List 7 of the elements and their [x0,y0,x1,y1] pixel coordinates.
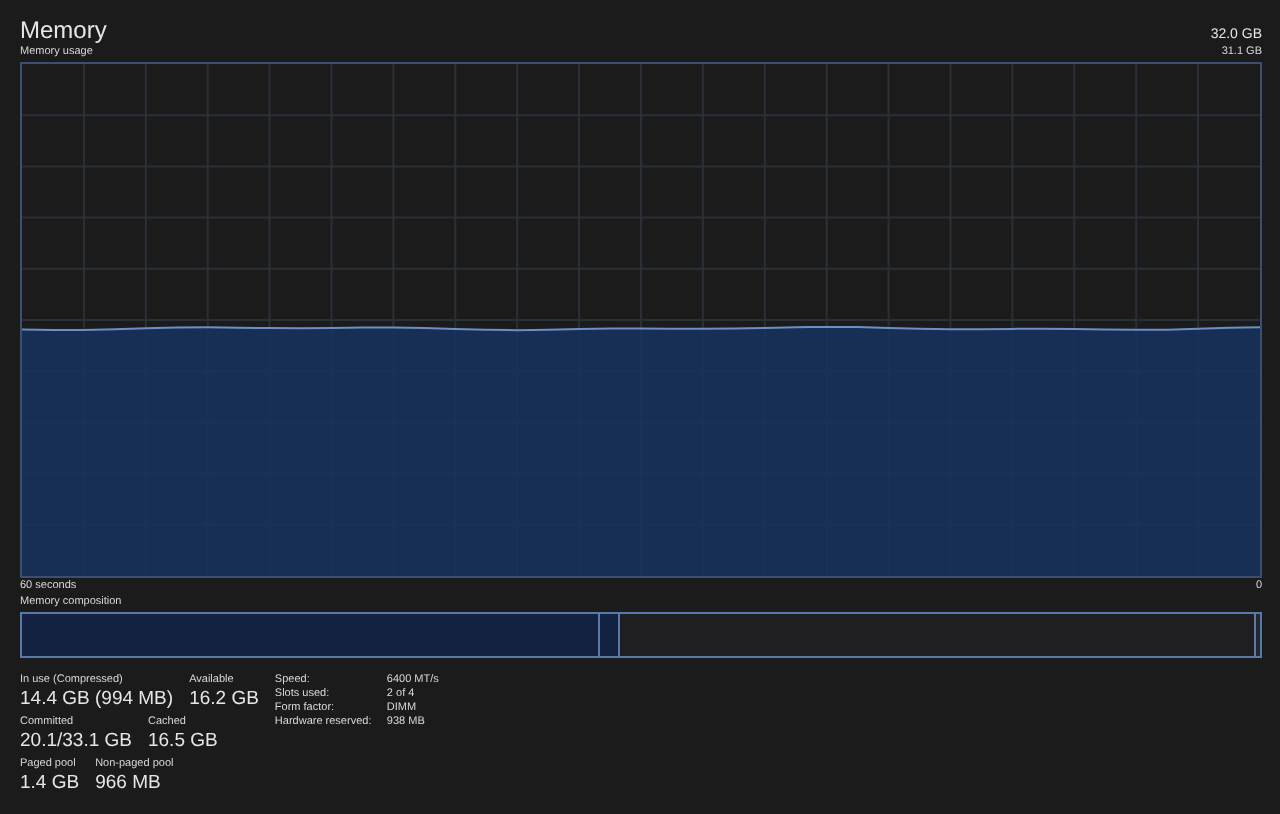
stat-value: 966 MB [95,772,163,794]
stat-value: 14.4 GB (994 MB) [20,688,174,710]
stat-value: 16.2 GB [189,688,259,710]
stat-value: 16.5 GB [147,730,218,752]
stat-value: 20.1/33.1 GB [20,730,132,752]
panel-title: Memory [20,16,107,44]
stat-value: 1.4 GB [20,772,80,794]
